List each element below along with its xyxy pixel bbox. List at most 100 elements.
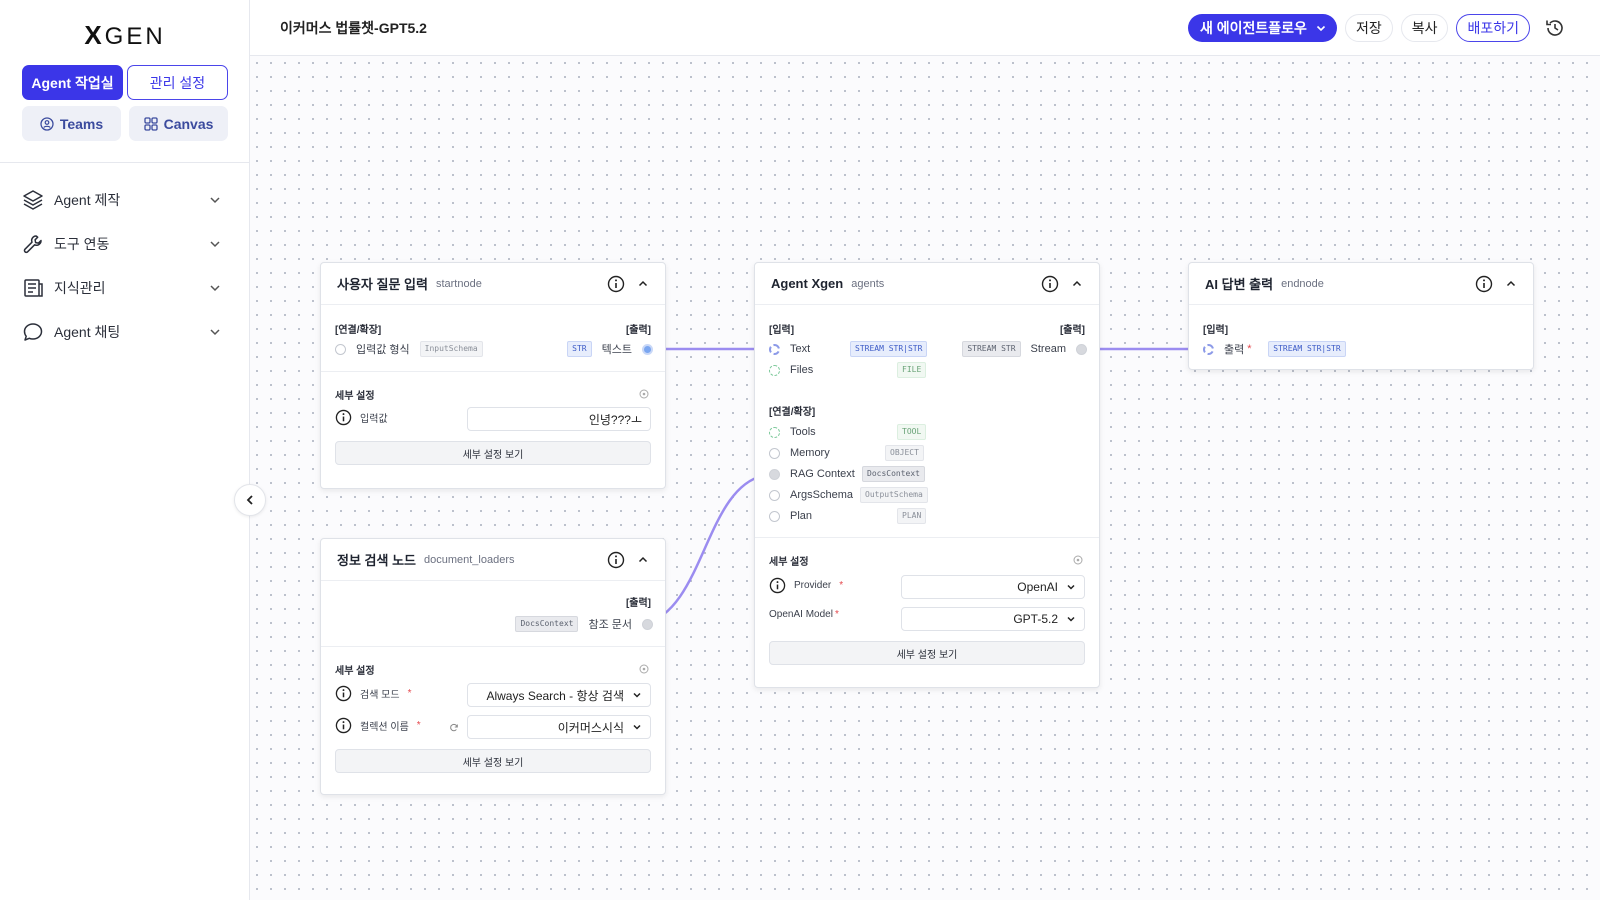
info-icon[interactable] [335, 717, 352, 734]
xgen-logo: XGEN [84, 20, 166, 50]
layers-icon [23, 190, 43, 210]
save-button[interactable]: 저장 [1344, 14, 1393, 42]
chevron-down-icon [210, 241, 220, 248]
chevron-down-icon [1316, 25, 1326, 32]
section-output-label: [출력] [625, 325, 651, 336]
files-input-port[interactable]: Files FILE [769, 362, 927, 378]
detail-settings-title: 세부 설정 [335, 391, 375, 402]
tab-admin-settings[interactable]: 관리 설정 [127, 65, 228, 100]
section-input-label: [입력] [1203, 325, 1229, 336]
port-dot[interactable] [769, 426, 780, 438]
sidebar-menu: Agent 제작 도구 연동 지식관리 Agent 채팅 [22, 178, 222, 354]
settings-toggle-icon[interactable] [639, 389, 649, 399]
text-output-port[interactable]: STR 텍스트 [567, 341, 653, 357]
args-schema-port[interactable]: ArgsSchema OutputSchema [769, 487, 928, 503]
port-dot[interactable] [769, 510, 780, 522]
teams-button[interactable]: Teams [22, 106, 121, 141]
search-mode-select[interactable]: Always Search - 항상 검색 [467, 683, 651, 707]
chevron-up-icon[interactable] [1071, 278, 1083, 290]
start-node[interactable]: 사용자 질문 입력 startnode [연결/확장] [출력] 입력값 형식 … [320, 262, 666, 489]
divider [321, 646, 665, 647]
node-title: 정보 검색 노드 [337, 553, 416, 568]
deploy-button[interactable]: 배포하기 [1456, 14, 1530, 42]
agent-node[interactable]: Agent Xgen agents [입력] [출력] Text STREAM … [754, 262, 1100, 688]
chevron-down-icon [210, 285, 220, 292]
section-connect-label: [연결/확장] [335, 325, 382, 336]
node-type: startnode [435, 277, 482, 290]
workflow-title[interactable]: 이커머스 법률챗-GPT5.2 [280, 18, 427, 38]
docs-output-port[interactable]: DocsContext 참조 문서 [515, 616, 653, 632]
chevron-up-icon[interactable] [637, 278, 649, 290]
search-mode-label: 검색 모드 * [335, 685, 412, 702]
chat-bubble-icon [23, 323, 43, 341]
port-dot[interactable] [1203, 343, 1214, 355]
top-bar: 이커머스 법률챗-GPT5.2 새 에이전트플로우 저장 복사 배포하기 [250, 0, 1600, 56]
input-value-field[interactable]: 인녕???ㅗ [467, 407, 651, 431]
port-dot[interactable] [642, 343, 653, 355]
info-icon[interactable] [607, 275, 625, 293]
wrench-icon [23, 235, 42, 254]
search-node[interactable]: 정보 검색 노드 document_loaders [출력] DocsConte… [320, 538, 666, 795]
info-icon[interactable] [335, 409, 352, 426]
node-title: AI 답변 출력 [1205, 277, 1274, 292]
detail-settings-title: 세부 설정 [335, 666, 375, 677]
tools-port[interactable]: Tools TOOL [769, 424, 927, 440]
copy-button[interactable]: 복사 [1400, 14, 1449, 42]
info-icon[interactable] [607, 551, 625, 569]
info-icon[interactable] [769, 577, 786, 594]
sidebar-item-agent-chat[interactable]: Agent 채팅 [22, 310, 222, 354]
settings-toggle-icon[interactable] [1073, 555, 1083, 565]
sidebar-item-agent-build[interactable]: Agent 제작 [22, 178, 222, 222]
detail-settings-title: 세부 설정 [769, 557, 809, 568]
model-select[interactable]: GPT-5.2 [901, 607, 1085, 631]
port-dot[interactable] [335, 343, 346, 355]
tab-agent-workspace[interactable]: Agent 작업실 [22, 65, 123, 100]
plan-port[interactable]: Plan PLAN [769, 508, 927, 524]
collection-name-select[interactable]: 이커머스시식 [467, 715, 651, 739]
section-connect-label: [연결/확장] [769, 407, 816, 418]
teams-icon [40, 116, 54, 131]
chevron-up-icon[interactable] [637, 554, 649, 566]
new-workflow-button[interactable]: 새 에이전트플로우 [1188, 14, 1337, 42]
port-dot[interactable] [769, 489, 780, 501]
info-icon[interactable] [1475, 275, 1493, 293]
settings-toggle-icon[interactable] [639, 664, 649, 674]
view-details-button[interactable]: 세부 설정 보기 [769, 641, 1085, 665]
sidebar-item-tool-integration[interactable]: 도구 연동 [22, 222, 222, 266]
port-dot[interactable] [1076, 343, 1087, 355]
rag-context-port[interactable]: RAG Context DocsContext [769, 466, 925, 482]
text-input-port[interactable]: Text STREAM STR|STR [769, 341, 928, 357]
section-output-label: [출력] [625, 598, 651, 609]
refresh-icon[interactable] [449, 723, 459, 733]
history-icon[interactable] [1544, 17, 1566, 39]
info-icon[interactable] [335, 685, 352, 702]
canvas-button[interactable]: Canvas [129, 106, 228, 141]
input-schema-port[interactable]: 입력값 형식 InputSchema [335, 341, 483, 357]
port-dot[interactable] [769, 468, 780, 480]
model-label: OpenAI Model * [769, 609, 839, 620]
chevron-down-icon [1067, 616, 1075, 622]
memory-port[interactable]: Memory OBJECT [769, 445, 924, 461]
port-dot[interactable] [769, 343, 780, 355]
node-type: agents [851, 277, 885, 290]
port-dot[interactable] [769, 447, 780, 459]
divider [755, 537, 1099, 538]
sidebar-item-knowledge[interactable]: 지식관리 [22, 266, 222, 310]
collapse-sidebar-button[interactable] [234, 484, 266, 516]
divider [321, 371, 665, 372]
chevron-down-icon [210, 197, 220, 204]
provider-select[interactable]: OpenAI [901, 575, 1085, 599]
node-title: 사용자 질문 입력 [337, 277, 428, 292]
output-input-port[interactable]: 출력 * STREAM STR|STR [1203, 341, 1346, 357]
port-dot[interactable] [769, 364, 780, 376]
chevron-down-icon [633, 692, 641, 698]
chevron-up-icon[interactable] [1505, 278, 1517, 290]
node-type: document_loaders [423, 553, 515, 566]
port-dot[interactable] [642, 618, 653, 630]
view-details-button[interactable]: 세부 설정 보기 [335, 749, 651, 773]
stream-output-port[interactable]: STREAM STR Stream [962, 341, 1087, 357]
info-icon[interactable] [1041, 275, 1059, 293]
end-node[interactable]: AI 답변 출력 endnode [입력] 출력 * STREAM STR|STR [1188, 262, 1534, 370]
view-details-button[interactable]: 세부 설정 보기 [335, 441, 651, 465]
input-value-label: 입력값 [335, 409, 388, 426]
